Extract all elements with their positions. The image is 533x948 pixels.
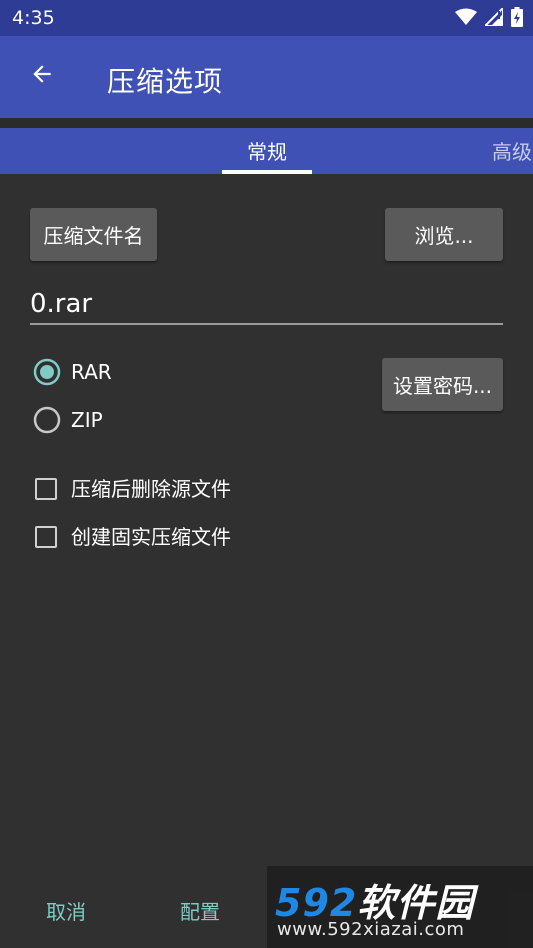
watermark: 592软件园 www.592xiazai.com xyxy=(267,866,533,948)
cancel-button[interactable]: 取消 xyxy=(46,896,86,925)
wifi-icon xyxy=(455,8,477,26)
solid-archive-label: 创建固实压缩文件 xyxy=(71,525,231,549)
tab-bar: 常规 高级 xyxy=(0,128,533,174)
browse-button[interactable]: 浏览... xyxy=(385,208,503,261)
tab-advanced[interactable]: 高级 xyxy=(492,128,532,174)
tab-general[interactable]: 常规 xyxy=(222,128,312,174)
archive-name-button[interactable]: 压缩文件名 xyxy=(30,208,157,261)
divider xyxy=(0,118,533,128)
solid-archive-checkbox[interactable] xyxy=(35,526,57,548)
filename-underline xyxy=(30,323,503,325)
set-password-button[interactable]: 设置密码... xyxy=(382,358,503,411)
status-bar: 4:35 xyxy=(0,0,533,36)
arrow-left-icon xyxy=(29,61,55,91)
page-title: 压缩选项 xyxy=(107,65,224,98)
delete-after-compress-label: 压缩后删除源文件 xyxy=(71,477,231,501)
filename-input[interactable]: 0.rar xyxy=(30,284,503,324)
signal-icon xyxy=(485,8,503,26)
status-time: 4:35 xyxy=(12,7,55,29)
profiles-button[interactable]: 配置 xyxy=(180,896,220,925)
battery-charging-icon xyxy=(511,7,523,27)
radio-rar[interactable] xyxy=(33,358,61,386)
radio-zip[interactable] xyxy=(33,406,61,434)
status-icons xyxy=(455,7,523,27)
back-button[interactable] xyxy=(24,58,60,94)
watermark-url: www.592xiazai.com xyxy=(277,919,465,940)
tab-indicator xyxy=(222,170,312,174)
radio-rar-label: RAR xyxy=(71,360,112,384)
app-bar: 压缩选项 xyxy=(0,36,533,118)
radio-zip-label: ZIP xyxy=(71,408,103,432)
delete-after-compress-checkbox[interactable] xyxy=(35,478,57,500)
